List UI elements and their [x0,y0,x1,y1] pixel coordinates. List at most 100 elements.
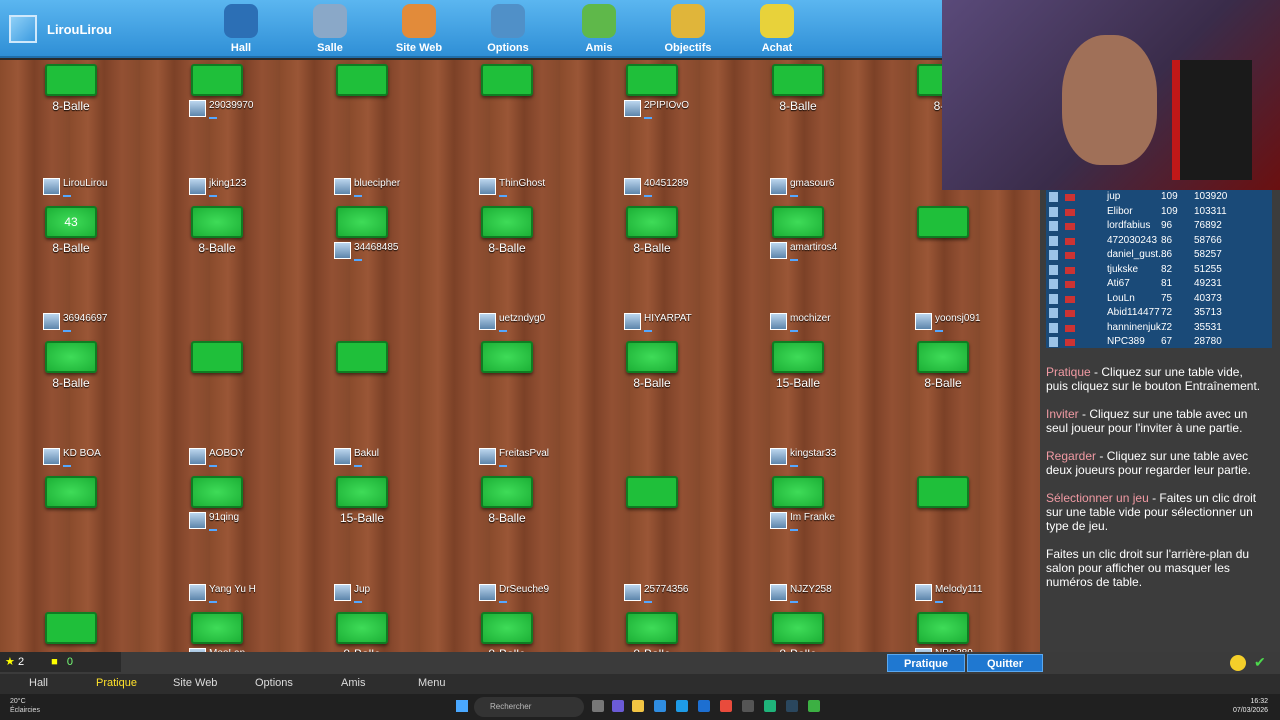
table-player-bottom[interactable]: Im Franke [770,512,835,531]
pool-table[interactable] [481,476,533,508]
table-player-top[interactable]: NJZY258 [770,584,832,603]
table-player-bottom[interactable]: 29039970 [189,100,254,119]
menu-menu[interactable]: Menu [418,677,446,689]
pool-table[interactable] [917,206,969,238]
windows-start-icon[interactable] [456,700,468,712]
weather-widget[interactable]: 20°C Éclaircies [10,697,40,715]
pool-table[interactable] [772,341,824,373]
pool-table[interactable] [191,341,243,373]
leaderboard-row[interactable]: LouLn 75 40373 [1046,292,1272,307]
nav-site-web-button[interactable]: Site Web [381,2,457,56]
table-player-top[interactable]: ThinGhost [479,178,545,197]
table-player-bottom[interactable]: 91qing [189,512,239,531]
table-player-top[interactable]: KD BOA [43,448,101,467]
leaderboard-row[interactable]: lordfabius 96 76892 [1046,219,1272,234]
pool-table[interactable] [191,64,243,96]
leaderboard-row[interactable]: 472030243 86 58766 [1046,234,1272,249]
pool-table[interactable] [45,64,97,96]
leaderboard-row[interactable]: tjukske 82 51255 [1046,263,1272,278]
task-view-icon[interactable] [592,700,604,712]
pool-table[interactable] [917,476,969,508]
menu-amis[interactable]: Amis [341,677,365,689]
pool-table[interactable] [336,64,388,96]
pool-table[interactable] [626,64,678,96]
steam-icon[interactable] [786,700,798,712]
lobby-room[interactable]: 8-Balle290399702PIPIOvO8-Balle8-E43Lirou… [0,60,1040,652]
nav-amis-button[interactable]: Amis [561,2,637,56]
table-player-top[interactable]: jking123 [189,178,246,197]
pool-table[interactable] [917,612,969,644]
game-icon[interactable] [808,700,820,712]
edge-icon[interactable] [676,700,688,712]
leaderboard-row[interactable]: Abid114477 72 35713 [1046,306,1272,321]
pool-table[interactable] [191,612,243,644]
app-icon[interactable] [764,700,776,712]
leaderboard-row[interactable]: Elibor 109 103311 [1046,205,1272,220]
pool-table[interactable] [481,206,533,238]
table-player-top[interactable]: Melody111 [915,584,982,603]
checkmark-icon[interactable]: ✔ [1254,654,1266,671]
pool-table[interactable] [772,206,824,238]
store-icon[interactable] [654,700,666,712]
table-player-top[interactable]: 25774356 [624,584,689,603]
table-player-bottom[interactable]: 34468485 [334,242,399,261]
chrome-icon[interactable] [720,700,732,712]
leaderboard-row[interactable]: Ati67 81 49231 [1046,277,1272,292]
table-player-top[interactable]: DrSeuche9 [479,584,549,603]
pool-table[interactable] [772,612,824,644]
pool-table[interactable] [626,476,678,508]
pool-table[interactable] [917,341,969,373]
pool-table[interactable] [336,341,388,373]
nav-achat-button[interactable]: Achat [739,2,815,56]
table-player-top[interactable]: FreitasPval [479,448,549,467]
pool-table[interactable] [772,64,824,96]
nav-hall-button[interactable]: Hall [203,2,279,56]
table-player-bottom[interactable]: 2PIPIOvO [624,100,689,119]
table-player-bottom[interactable]: amartiros4 [770,242,837,261]
pool-table[interactable] [626,612,678,644]
table-player-top[interactable]: bluecipher [334,178,400,197]
table-player-top[interactable]: mochizer [770,313,831,332]
pool-table[interactable] [191,476,243,508]
leaderboard-row[interactable]: hanninenjuk... 72 35531 [1046,321,1272,336]
pool-table[interactable]: 43 [45,206,97,238]
table-player-top[interactable]: yoonsj091 [915,313,981,332]
practice-button[interactable]: Pratique [887,654,965,672]
table-player-top[interactable]: gmasour6 [770,178,834,197]
pool-table[interactable] [626,206,678,238]
pool-table[interactable] [481,341,533,373]
pool-table[interactable] [626,341,678,373]
nav-salle-button[interactable]: Salle [292,2,368,56]
menu-hall[interactable]: Hall [29,677,48,689]
menu-options[interactable]: Options [255,677,293,689]
table-player-top[interactable]: AOBOY [189,448,245,467]
teams-icon[interactable] [612,700,624,712]
pool-table[interactable] [45,341,97,373]
taskbar-search[interactable]: Rechercher [474,697,584,717]
smiley-icon[interactable] [1230,655,1246,671]
leaderboard[interactable]: jup 109 103920 Elibor 109 103311 lordfabius 96 7… [1046,190,1272,348]
pool-table[interactable] [191,206,243,238]
menu-site-web[interactable]: Site Web [173,677,217,689]
pool-table[interactable] [336,206,388,238]
nav-options-button[interactable]: Options [470,2,546,56]
leaderboard-row[interactable]: NPC389 67 28780 [1046,335,1272,350]
pool-table[interactable] [336,476,388,508]
quit-button[interactable]: Quitter [967,654,1043,672]
obs-icon[interactable] [742,700,754,712]
table-player-top[interactable]: 36946697 [43,313,108,332]
system-clock[interactable]: 16:32 07/03/2026 [1233,697,1268,715]
table-player-top[interactable]: Bakul [334,448,379,467]
mail-icon[interactable] [698,700,710,712]
pool-table[interactable] [336,612,388,644]
leaderboard-row[interactable]: jup 109 103920 [1046,190,1272,205]
menu-pratique[interactable]: Pratique [96,677,137,689]
table-player-top[interactable]: HIYARPAT [624,313,692,332]
leaderboard-row[interactable]: daniel_gust... 86 58257 [1046,248,1272,263]
file-explorer-icon[interactable] [632,700,644,712]
table-player-top[interactable]: LirouLirou [43,178,107,197]
table-player-top[interactable]: kingstar33 [770,448,836,467]
nav-objectifs-button[interactable]: Objectifs [650,2,726,56]
table-player-top[interactable]: uetzndyg0 [479,313,545,332]
pool-table[interactable] [45,476,97,508]
